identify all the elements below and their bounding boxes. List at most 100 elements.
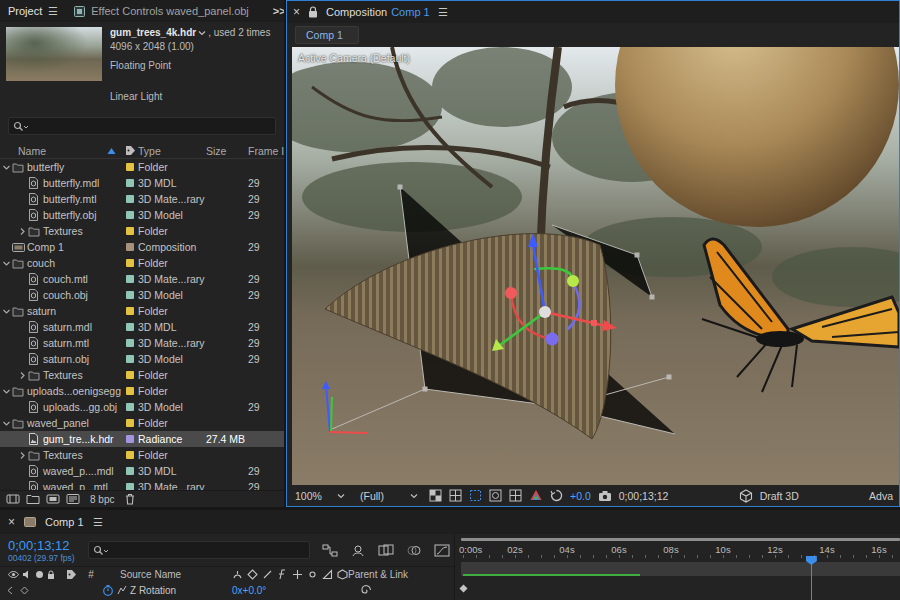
draft-3d-toggle[interactable]: Draft 3D xyxy=(760,490,799,502)
tab-overflow-button[interactable]: >> xyxy=(273,5,284,17)
panel-menu-button[interactable]: ☰ xyxy=(438,6,448,19)
label-swatch[interactable] xyxy=(126,211,134,219)
graph-editor-icon[interactable] xyxy=(434,544,450,557)
new-composition-icon[interactable] xyxy=(46,493,60,505)
grid-guides-icon[interactable] xyxy=(449,489,462,502)
title-safe-icon[interactable] xyxy=(509,489,522,502)
time-ruler[interactable]: 0:00s02s04s06s08s10s12s14s16s xyxy=(455,544,900,558)
composition-tab-comp[interactable]: Comp 1 xyxy=(391,6,430,18)
twirl-icon[interactable] xyxy=(18,371,27,380)
sort-arrow-icon[interactable] xyxy=(107,147,116,155)
twirl-icon[interactable] xyxy=(2,419,11,428)
interpret-footage-icon[interactable] xyxy=(6,493,20,505)
label-swatch[interactable] xyxy=(126,323,134,331)
project-item-row[interactable]: saturn.mtl3D Mate...rary29 xyxy=(0,335,284,351)
search-icon[interactable] xyxy=(93,545,109,556)
twirl-icon[interactable] xyxy=(18,451,27,460)
project-item-row[interactable]: butterfly.obj3D Model29 xyxy=(0,207,284,223)
search-icon[interactable] xyxy=(13,121,29,132)
label-swatch[interactable] xyxy=(126,195,134,203)
motion-blur-icon[interactable] xyxy=(406,544,422,557)
draft-3d-icon[interactable] xyxy=(739,489,753,503)
color-channel-icon[interactable] xyxy=(529,489,543,502)
label-swatch[interactable] xyxy=(126,275,134,283)
project-item-row[interactable]: butterfly.mdl3D MDL29 xyxy=(0,175,284,191)
new-folder-icon[interactable] xyxy=(26,493,40,505)
twirl-icon[interactable] xyxy=(2,259,11,268)
parent-link-header[interactable]: Parent & Link xyxy=(346,569,454,580)
name-column-header[interactable]: Name xyxy=(0,145,124,157)
project-item-row[interactable]: butterflyFolder xyxy=(0,159,284,175)
project-item-row[interactable]: uploads...gg.obj3D Model29 xyxy=(0,399,284,415)
project-item-row[interactable]: saturnFolder xyxy=(0,303,284,319)
transform-gizmo[interactable] xyxy=(492,233,617,351)
label-swatch[interactable] xyxy=(126,371,134,379)
panel-tab[interactable]: Project☰ xyxy=(8,5,58,18)
composition-tab-label[interactable]: Composition xyxy=(326,6,387,18)
project-item-row[interactable]: saturn.mdl3D MDL29 xyxy=(0,319,284,335)
bit-depth-button[interactable]: 8 bpc xyxy=(86,494,118,505)
property-row[interactable]: Z Rotation0x+0.0° xyxy=(0,582,454,598)
layer-search-field[interactable] xyxy=(88,541,310,559)
panel-menu-button[interactable]: ☰ xyxy=(48,5,58,18)
keyframe-track[interactable] xyxy=(455,580,900,596)
viewport-scene[interactable] xyxy=(292,47,899,485)
work-area-bar[interactable] xyxy=(461,562,900,576)
project-item-row[interactable]: TexturesFolder xyxy=(0,223,284,239)
property-graph-icon[interactable] xyxy=(117,585,127,595)
viewer-timecode[interactable]: 0;00;13;12 xyxy=(619,490,669,502)
composition-flowchart-icon[interactable] xyxy=(322,544,338,557)
label-swatch[interactable] xyxy=(126,179,134,187)
waved-panel-model[interactable] xyxy=(325,234,611,439)
project-item-row[interactable]: couchFolder xyxy=(0,255,284,271)
label-swatch[interactable] xyxy=(126,419,134,427)
label-swatch[interactable] xyxy=(126,467,134,475)
frame-blending-icon[interactable] xyxy=(378,544,394,557)
reset-exposure-icon[interactable] xyxy=(550,489,563,502)
transparency-grid-icon[interactable] xyxy=(429,489,442,502)
label-swatch[interactable] xyxy=(126,403,134,411)
butterfly-model[interactable] xyxy=(702,239,899,392)
mask-visibility-icon[interactable] xyxy=(489,489,502,502)
label-swatch[interactable] xyxy=(126,243,134,251)
twirl-icon[interactable] xyxy=(2,387,11,396)
project-item-row[interactable]: couch.mtl3D Mate...rary29 xyxy=(0,271,284,287)
zoom-select[interactable]: 100% xyxy=(291,490,349,502)
viewer-tab[interactable]: Comp 1 xyxy=(295,26,359,44)
frame-column-header[interactable]: Frame I xyxy=(248,145,284,157)
lock-icon[interactable] xyxy=(308,6,318,18)
project-item-row[interactable]: TexturesFolder xyxy=(0,447,284,463)
label-swatch[interactable] xyxy=(126,227,134,235)
project-item-row[interactable]: couch.obj3D Model29 xyxy=(0,287,284,303)
label-swatch[interactable] xyxy=(126,339,134,347)
exposure-value[interactable]: +0.0 xyxy=(570,490,591,502)
project-item-row[interactable]: waved_p...mtl3D Mate...rary29 xyxy=(0,479,284,490)
label-swatch[interactable] xyxy=(126,435,134,443)
composition-viewport[interactable]: Active Camera (Default) xyxy=(292,47,899,485)
advanced-3d-button[interactable]: Adva xyxy=(869,490,893,502)
project-item-row[interactable]: waved_panelFolder xyxy=(0,415,284,431)
property-value[interactable]: 0x+0.0° xyxy=(232,585,266,596)
project-item-row[interactable]: butterfly.mtl3D Mate...rary29 xyxy=(0,191,284,207)
project-item-row[interactable]: saturn.obj3D Model29 xyxy=(0,351,284,367)
pick-whip-icon[interactable] xyxy=(360,584,372,596)
label-swatch[interactable] xyxy=(126,387,134,395)
shy-layers-icon[interactable] xyxy=(350,544,366,557)
timeline-tab-label[interactable]: Comp 1 xyxy=(45,516,84,528)
label-swatch[interactable] xyxy=(126,163,134,171)
project-item-row[interactable]: TexturesFolder xyxy=(0,367,284,383)
panel-menu-button[interactable]: ☰ xyxy=(93,516,103,529)
label-swatch[interactable] xyxy=(126,291,134,299)
footage-name[interactable]: gum_trees_4k.hdr, used 2 times xyxy=(110,27,270,38)
playhead[interactable] xyxy=(811,556,812,600)
label-column-header[interactable] xyxy=(124,145,136,156)
project-item-row[interactable]: waved_p....mdl3D MDL29 xyxy=(0,463,284,479)
dropdown-chevron-icon[interactable] xyxy=(410,492,418,500)
project-settings-icon[interactable] xyxy=(66,493,80,505)
resolution-select[interactable]: (Full) xyxy=(356,490,422,502)
previous-keyframe-icon[interactable] xyxy=(6,586,15,595)
close-tab-button[interactable]: × xyxy=(293,5,300,19)
label-swatch[interactable] xyxy=(126,259,134,267)
project-search-field[interactable] xyxy=(8,117,276,135)
project-item-row[interactable]: gum_tre...k.hdrRadiance27.4 MB xyxy=(0,431,284,447)
